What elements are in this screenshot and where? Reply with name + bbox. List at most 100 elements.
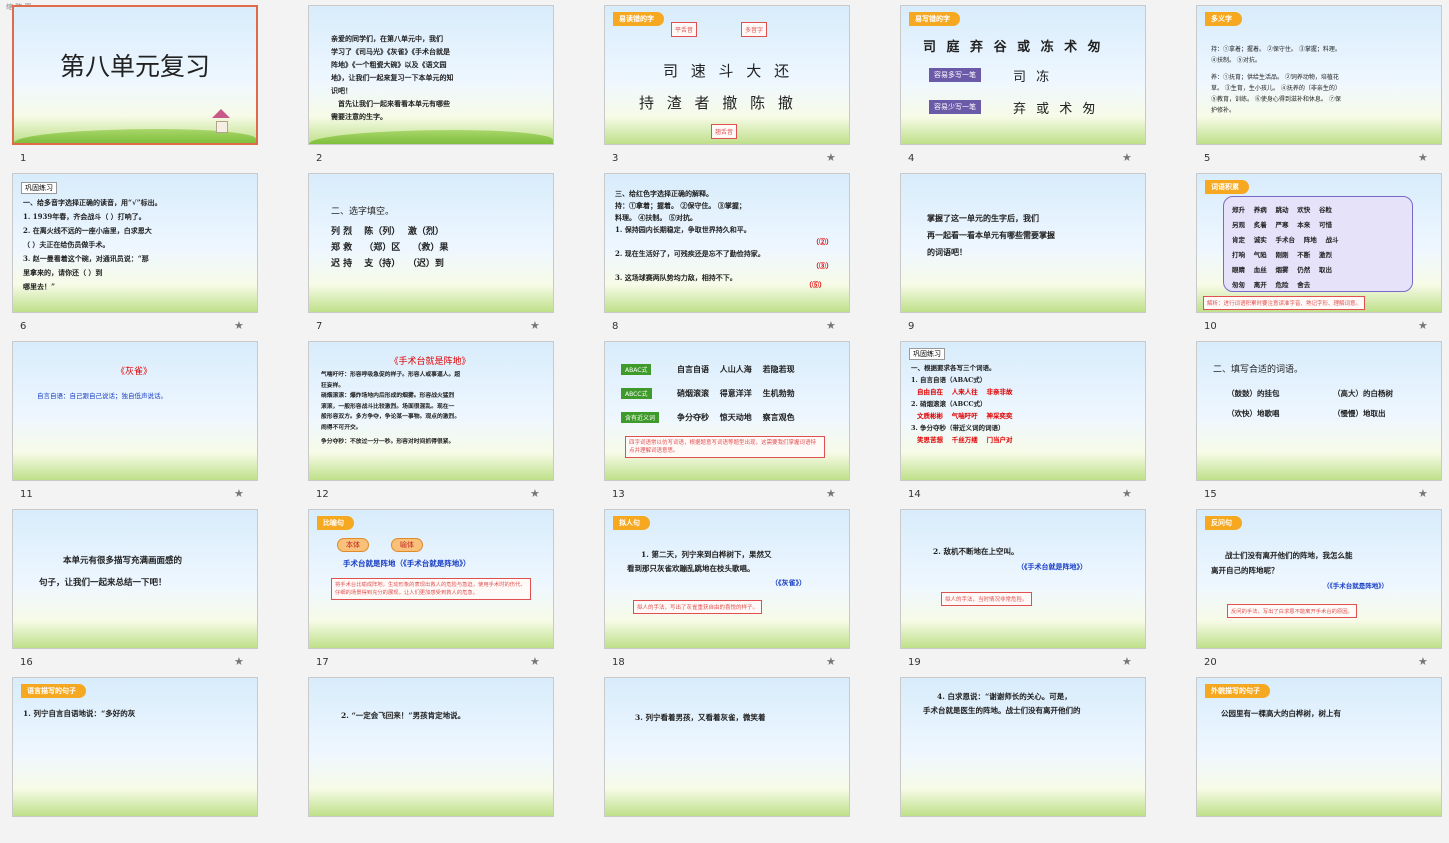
slide-title: 《灰雀》 — [115, 367, 152, 377]
slide-body: 2. 敌机不断地在上空叫。 — [933, 547, 1019, 556]
slide-preview[interactable]: 《灰雀》 自言自语：自己跟自己说话；独自低声说话。 — [12, 341, 258, 481]
source: （《灰雀》） — [771, 578, 806, 587]
char-row: 司 速 斗 大 还 — [663, 62, 794, 80]
slide-thumb-3[interactable]: 易读错的字 平舌音 多音字 司 速 斗 大 还 持 渣 者 撤 陈 撤 翘舌音 … — [604, 5, 862, 171]
slide-thumb-24[interactable]: 4. 白求恩说：“谢谢师长的关心。可是， 手术台就是医生的阵地。战士们没有离开他们… — [900, 677, 1158, 843]
slide-number: 2 — [316, 153, 323, 164]
pattern-badge: ABCC式 — [621, 388, 652, 399]
slide-preview[interactable]: 词语积累 郑升 养病 跳动 欢快 谷粒 另观 炙着 严寒 本来 可惜 肯定 诚实 手… — [1196, 173, 1442, 313]
animation-star-icon: ★ — [1418, 655, 1428, 668]
slide-number: 16 — [20, 657, 33, 668]
slide-tag: 多义字 — [1205, 12, 1242, 26]
slide-body: 公园里有一棵高大的白桦树，树上有 — [1221, 709, 1341, 718]
source: （《手术台就是阵地》） — [1017, 562, 1087, 571]
slide-preview[interactable]: 2. “一定会飞回来！”男孩肯定地说。 — [308, 677, 554, 817]
slide-thumb-19[interactable]: 2. 敌机不断地在上空叫。 （《手术台就是阵地》） 拟人的手法，当时情况非常危险… — [900, 509, 1158, 675]
char-row: 司 庭 弃 谷 或 冻 术 匆 — [923, 40, 1104, 55]
slide-thumb-13[interactable]: ABAC式 自言自语 人山人海 若隐若现 ABCC式 硝烟滚滚 得意洋洋 生机勃… — [604, 341, 862, 507]
slide-preview[interactable]: 多义字 持：①拿着；握着。 ②保守住。 ③掌握；料理。 ④扶制。 ⑤对抗。 养：①… — [1196, 5, 1442, 145]
slide-preview[interactable]: 《手术台就是阵地》 气喘吁吁：形容呼吸急促的样子。形容人或事逼人。超 狂妄样。 硝… — [308, 341, 554, 481]
slide-thumb-6[interactable]: 巩固练习 一、给多音字选择正确的读音，用“√”标出。 1. 1939年春，齐会战斗… — [12, 173, 270, 339]
slide-preview[interactable]: 二、选字填空。 列 烈 陈（列） 激（烈）郑 救 （郑）区 （救）果迟 持 支（… — [308, 173, 554, 313]
slide-body: 持：①拿着；握着。 ②保守住。 ③掌握；料理。 ④扶制。 ⑤对抗。 养：①抚育；供… — [1211, 46, 1341, 114]
slide-preview[interactable]: 2. 敌机不断地在上空叫。 （《手术台就是阵地》） 拟人的手法，当时情况非常危险… — [900, 509, 1146, 649]
slide-preview[interactable]: 三、给红色字选择正确的解释。 持：①拿着；握着。 ②保守住。 ③掌握； 料理。 ④扶… — [604, 173, 850, 313]
slide-body: 3. 列宁看着男孩，又看着灰雀，微笑着 — [635, 713, 766, 722]
animation-star-icon: ★ — [530, 487, 540, 500]
slide-number: 18 — [612, 657, 625, 668]
note-box: 拟人的手法，当时情况非常危险。 — [941, 592, 1032, 606]
word-list: 争分夺秒 惊天动地 察言观色 — [677, 412, 795, 422]
slide-preview[interactable]: 语言描写的句子 1. 列宁自言自语地说：“多好的灰 — [12, 677, 258, 817]
animation-star-icon: ★ — [1418, 151, 1428, 164]
slide-number: 20 — [1204, 657, 1217, 668]
animation-star-icon: ★ — [1122, 151, 1132, 164]
note-box: 拟人的手法，写出了灰雀重获自由的喜悦的样子。 — [633, 600, 763, 614]
fill-item: （高大）的白杨树 — [1333, 389, 1393, 398]
slide-thumb-4[interactable]: 易写错的字 司 庭 弃 谷 或 冻 术 匆 容易多写一笔 司 冻 容易少写一笔 … — [900, 5, 1158, 171]
slide-body: 2. “一定会飞回来！”男孩肯定地说。 — [341, 711, 466, 720]
slide-tag: 易写错的字 — [909, 12, 960, 26]
slide-thumb-23[interactable]: 3. 列宁看着男孩，又看着灰雀，微笑着 — [604, 677, 862, 843]
fill-item: （欢快）地歌唱 — [1227, 409, 1280, 418]
animation-star-icon: ★ — [234, 655, 244, 668]
slide-thumb-22[interactable]: 2. “一定会飞回来！”男孩肯定地说。 — [308, 677, 566, 843]
char-list: 弃 或 术 匆 — [1013, 102, 1099, 117]
slide-thumb-16[interactable]: 本单元有很多描写充满画面感的 句子，让我们一起来总结一下吧！ 16 ★ — [12, 509, 270, 675]
section-heading: 巩固练习 — [909, 348, 945, 360]
slide-thumb-15[interactable]: 二、填写合适的词语。 （鼓鼓）的挂包 （高大）的白杨树 （欢快）地歌唱 （慢慢）… — [1196, 341, 1449, 507]
word-list: 自言自语 人山人海 若隐若现 — [677, 364, 795, 374]
slide-thumb-7[interactable]: 二、选字填空。 列 烈 陈（列） 激（烈）郑 救 （郑）区 （救）果迟 持 支（… — [308, 173, 566, 339]
hill-decoration — [309, 130, 553, 144]
slide-preview[interactable]: 外貌描写的句子 公园里有一棵高大的白桦树，树上有 — [1196, 677, 1442, 817]
slide-body: 气喘吁吁：形容呼吸急促的样子。形容人或事逼人。超 狂妄样。 硝烟滚滚：爆炸场地内后… — [321, 372, 461, 445]
slide-number: 10 — [1204, 321, 1217, 332]
slide-number: 7 — [316, 321, 323, 332]
slide-body: 亲爱的同学们，在第八单元中，我们 学习了《司马光》《灰雀》《手术台就是 阵地》《一个… — [331, 34, 454, 121]
slide-thumb-2[interactable]: 亲爱的同学们，在第八单元中，我们 学习了《司马光》《灰雀》《手术台就是 阵地》《一个… — [308, 5, 566, 171]
slide-preview[interactable]: 反问句 战士们没有离开他们的阵地，我怎么能 离开自己的阵地呢？ （《手术台就是阵地… — [1196, 509, 1442, 649]
category-badge: 容易少写一笔 — [929, 100, 981, 114]
animation-star-icon: ★ — [826, 319, 836, 332]
word-list: 硝烟滚滚 得意洋洋 生机勃勃 — [677, 388, 795, 398]
source: （《手术台就是阵地》） — [1323, 582, 1388, 590]
slide-thumb-1[interactable]: 第八单元复习 1 — [12, 5, 270, 171]
slide-preview[interactable]: 掌握了这一单元的生字后，我们 再一起看一看本单元有哪些需要掌握 的词语吧！ — [900, 173, 1146, 313]
slide-preview[interactable]: 4. 白求恩说：“谢谢师长的关心。可是， 手术台就是医生的阵地。战士们没有离开他们… — [900, 677, 1146, 817]
slide-preview[interactable]: 巩固练习 一、给多音字选择正确的读音，用“√”标出。 1. 1939年春，齐会战斗… — [12, 173, 258, 313]
slide-thumb-17[interactable]: 比喻句 本体 喻体 手术台就是阵地（《手术台就是阵地》） 将手术台比喻成阵地，生… — [308, 509, 566, 675]
slide-preview[interactable]: 亲爱的同学们，在第八单元中，我们 学习了《司马光》《灰雀》《手术台就是 阵地》《一个… — [308, 5, 554, 145]
slide-body: 本单元有很多描写充满画面感的 句子，让我们一起来总结一下吧！ — [39, 556, 183, 588]
slide-preview[interactable]: ABAC式 自言自语 人山人海 若隐若现 ABCC式 硝烟滚滚 得意洋洋 生机勃… — [604, 341, 850, 481]
slide-thumb-5[interactable]: 多义字 持：①拿着；握着。 ②保守住。 ③掌握；料理。 ④扶制。 ⑤对抗。 养：①… — [1196, 5, 1449, 171]
slide-body: 4. 白求恩说：“谢谢师长的关心。可是， 手术台就是医生的阵地。战士们没有离开他们… — [923, 692, 1081, 715]
slide-preview[interactable]: 本单元有很多描写充满画面感的 句子，让我们一起来总结一下吧！ — [12, 509, 258, 649]
slide-thumb-9[interactable]: 掌握了这一单元的生字后，我们 再一起看一看本单元有哪些需要掌握 的词语吧！ 9 — [900, 173, 1158, 339]
slide-tag: 语言描写的句子 — [21, 684, 86, 698]
word-bank: 郑升 养病 跳动 欢快 谷粒 另观 炙着 严寒 本来 可惜 肯定 诚实 手术台 阵地… — [1223, 196, 1413, 292]
animation-star-icon: ★ — [826, 487, 836, 500]
slide-heading: 二、选字填空。 — [331, 207, 395, 217]
slide-thumb-11[interactable]: 《灰雀》 自言自语：自己跟自己说话；独自低声说话。 11 ★ — [12, 341, 270, 507]
slide-preview[interactable]: 拟人句 1. 第二天，列宁来到白桦树下，果然又 看到那只灰雀欢蹦乱跳地在枝头歌唱。… — [604, 509, 850, 649]
slide-thumb-14[interactable]: 巩固练习 一、根据要求各写三个词语。 1. 自言自语（ABAC式） 自由自在 人来… — [900, 341, 1158, 507]
slide-preview[interactable]: 易写错的字 司 庭 弃 谷 或 冻 术 匆 容易多写一笔 司 冻 容易少写一笔 … — [900, 5, 1146, 145]
slide-preview[interactable]: 二、填写合适的词语。 （鼓鼓）的挂包 （高大）的白杨树 （欢快）地歌唱 （慢慢）… — [1196, 341, 1442, 481]
slide-thumb-8[interactable]: 三、给红色字选择正确的解释。 持：①拿着；握着。 ②保守住。 ③掌握； 料理。 ④扶… — [604, 173, 862, 339]
char-list: 司 冻 — [1013, 70, 1053, 85]
slide-preview[interactable]: 3. 列宁看着男孩，又看着灰雀，微笑着 — [604, 677, 850, 817]
slide-number: 8 — [612, 321, 619, 332]
slide-preview[interactable]: 比喻句 本体 喻体 手术台就是阵地（《手术台就是阵地》） 将手术台比喻成阵地，生… — [308, 509, 554, 649]
pattern-badge: 含有近义词 — [621, 412, 660, 423]
slide-preview[interactable]: 易读错的字 平舌音 多音字 司 速 斗 大 还 持 渣 者 撤 陈 撤 翘舌音 — [604, 5, 850, 145]
slide-preview[interactable]: 巩固练习 一、根据要求各写三个词语。 1. 自言自语（ABAC式） 自由自在 人来… — [900, 341, 1146, 481]
animation-star-icon: ★ — [234, 319, 244, 332]
slide-thumb-20[interactable]: 反问句 战士们没有离开他们的阵地，我怎么能 离开自己的阵地呢？ （《手术台就是阵地… — [1196, 509, 1449, 675]
slide-thumb-12[interactable]: 《手术台就是阵地》 气喘吁吁：形容呼吸急促的样子。形容人或事逼人。超 狂妄样。 硝… — [308, 341, 566, 507]
slide-thumb-10[interactable]: 词语积累 郑升 养病 跳动 欢快 谷粒 另观 炙着 严寒 本来 可惜 肯定 诚实 手… — [1196, 173, 1449, 339]
slide-tag: 词语积累 — [1205, 180, 1249, 194]
slide-preview[interactable]: 第八单元复习 — [12, 5, 258, 145]
slide-thumb-25[interactable]: 外貌描写的句子 公园里有一棵高大的白桦树，树上有 — [1196, 677, 1449, 843]
slide-thumb-21[interactable]: 语言描写的句子 1. 列宁自言自语地说：“多好的灰 — [12, 677, 270, 843]
slide-thumb-18[interactable]: 拟人句 1. 第二天，列宁来到白桦树下，果然又 看到那只灰雀欢蹦乱跳地在枝头歌唱。… — [604, 509, 862, 675]
